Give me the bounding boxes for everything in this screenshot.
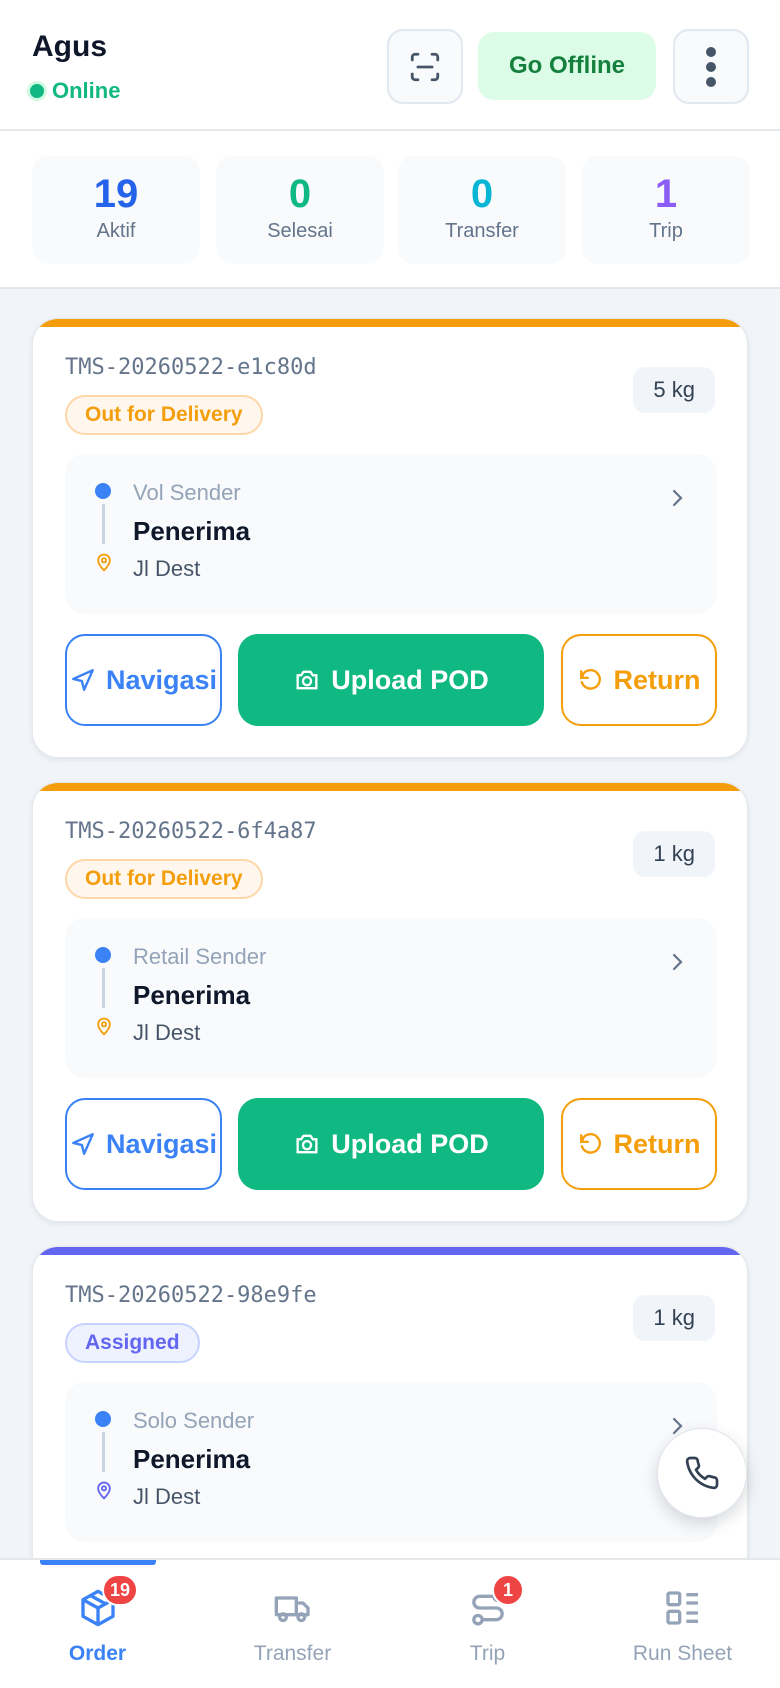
navigate-label: Navigasi bbox=[105, 1128, 218, 1159]
stat-label: Selesai bbox=[267, 220, 333, 242]
layout-list-icon bbox=[665, 1591, 698, 1625]
scan-button[interactable] bbox=[387, 29, 463, 104]
stat-value: 19 bbox=[93, 172, 139, 216]
status-color-bar bbox=[33, 1247, 747, 1255]
sender-name: Vol Sender bbox=[133, 480, 241, 505]
navigation-icon bbox=[72, 1133, 94, 1155]
navigation-icon bbox=[72, 669, 94, 691]
origin-dot-icon bbox=[95, 947, 111, 963]
status-badge: Out for Delivery bbox=[65, 859, 263, 899]
rotate-ccw-icon bbox=[579, 1132, 601, 1154]
nav-tab-transfer[interactable]: Transfer bbox=[195, 1560, 390, 1688]
sender-name: Solo Sender bbox=[133, 1408, 255, 1433]
upload-pod-button[interactable]: Upload POD bbox=[238, 1098, 544, 1190]
route-line bbox=[102, 968, 105, 1008]
navigate-button[interactable]: Navigasi bbox=[65, 634, 222, 726]
app-header: Agus Online Go Offline bbox=[0, 0, 780, 131]
scan-icon bbox=[410, 52, 440, 81]
call-button[interactable] bbox=[657, 1428, 747, 1518]
receiver-address: Jl Dest bbox=[133, 1484, 201, 1509]
order-id: TMS-20260522-98e9fe bbox=[65, 1283, 317, 1308]
receiver-name: Penerima bbox=[133, 1444, 251, 1474]
more-menu-button[interactable] bbox=[673, 29, 749, 104]
receiver-address: Jl Dest bbox=[133, 556, 201, 581]
order-card[interactable]: TMS-20260522-6f4a87 Out for Delivery 1 k… bbox=[32, 782, 748, 1222]
stats-bar: 19 Aktif 0 Selesai 0 Transfer 1 Trip bbox=[0, 131, 780, 289]
stat-value: 0 bbox=[470, 172, 494, 216]
route-line bbox=[102, 504, 105, 544]
nav-label: Trip bbox=[469, 1642, 506, 1665]
nav-tab-trip[interactable]: 1 Trip bbox=[390, 1560, 585, 1688]
driver-status: Online bbox=[30, 78, 120, 104]
status-label: Online bbox=[52, 78, 121, 103]
nav-label: Run Sheet bbox=[632, 1642, 733, 1665]
stat-value: 1 bbox=[654, 172, 678, 216]
chevron-right-icon bbox=[672, 489, 683, 507]
more-vertical-icon bbox=[706, 46, 716, 87]
weight-badge: 1 kg bbox=[633, 1295, 715, 1341]
rotate-ccw-icon bbox=[579, 668, 601, 690]
navigate-button[interactable]: Navigasi bbox=[65, 1098, 222, 1190]
status-color-bar bbox=[33, 783, 747, 791]
receiver-name: Penerima bbox=[133, 980, 251, 1010]
status-badge: Out for Delivery bbox=[65, 395, 263, 435]
bottom-navigation: 19 Order Transfer 1 Trip Run Sheet bbox=[0, 1558, 780, 1688]
return-label: Return bbox=[613, 1128, 701, 1159]
sender-name: Retail Sender bbox=[133, 944, 267, 969]
upload-pod-label: Upload POD bbox=[331, 1128, 489, 1159]
origin-dot-icon bbox=[95, 483, 111, 499]
order-id: TMS-20260522-6f4a87 bbox=[65, 819, 317, 844]
camera-icon bbox=[296, 670, 318, 690]
route-info[interactable]: Vol Sender Penerima Jl Dest bbox=[65, 454, 717, 614]
phone-icon bbox=[685, 1456, 719, 1490]
chevron-right-icon bbox=[672, 953, 683, 971]
camera-icon bbox=[296, 1134, 318, 1154]
nav-tab-run-sheet[interactable]: Run Sheet bbox=[585, 1560, 780, 1688]
route-info[interactable]: Solo Sender Penerima Jl Dest bbox=[65, 1382, 717, 1542]
online-dot-icon bbox=[30, 84, 44, 98]
trip-count-badge: 1 bbox=[492, 1574, 524, 1606]
upload-pod-button[interactable]: Upload POD bbox=[238, 634, 544, 726]
upload-pod-label: Upload POD bbox=[331, 664, 489, 695]
stat-label: Trip bbox=[649, 220, 683, 242]
weight-badge: 5 kg bbox=[633, 367, 715, 413]
route-line bbox=[102, 1432, 105, 1472]
order-count-badge: 19 bbox=[102, 1574, 139, 1606]
active-tab-indicator bbox=[40, 1560, 156, 1565]
origin-dot-icon bbox=[95, 1411, 111, 1427]
route-info[interactable]: Retail Sender Penerima Jl Dest bbox=[65, 918, 717, 1078]
status-color-bar bbox=[33, 319, 747, 327]
truck-icon bbox=[274, 1596, 310, 1623]
map-pin-icon bbox=[97, 1481, 111, 1500]
receiver-address: Jl Dest bbox=[133, 1020, 201, 1045]
navigate-label: Navigasi bbox=[105, 664, 218, 695]
return-label: Return bbox=[613, 664, 701, 695]
go-offline-button[interactable]: Go Offline bbox=[478, 32, 656, 100]
return-button[interactable]: Return bbox=[561, 634, 717, 726]
order-card[interactable]: TMS-20260522-e1c80d Out for Delivery 5 k… bbox=[32, 318, 748, 758]
status-badge: Assigned bbox=[65, 1323, 200, 1363]
driver-name: Agus bbox=[32, 30, 107, 63]
order-id: TMS-20260522-e1c80d bbox=[65, 355, 317, 380]
weight-badge: 1 kg bbox=[633, 831, 715, 877]
stat-aktif[interactable]: 19 Aktif bbox=[32, 156, 200, 264]
stat-label: Aktif bbox=[96, 220, 136, 242]
nav-label: Order bbox=[68, 1642, 127, 1665]
nav-tab-order[interactable]: 19 Order bbox=[0, 1560, 195, 1688]
stat-label: Transfer bbox=[445, 220, 519, 242]
stat-value: 0 bbox=[288, 172, 312, 216]
stat-trip[interactable]: 1 Trip bbox=[582, 156, 750, 264]
receiver-name: Penerima bbox=[133, 516, 251, 546]
return-button[interactable]: Return bbox=[561, 1098, 717, 1190]
stat-transfer[interactable]: 0 Transfer bbox=[398, 156, 566, 264]
map-pin-icon bbox=[97, 1017, 111, 1036]
nav-label: Transfer bbox=[253, 1642, 332, 1665]
stat-selesai[interactable]: 0 Selesai bbox=[216, 156, 384, 264]
map-pin-icon bbox=[97, 553, 111, 572]
